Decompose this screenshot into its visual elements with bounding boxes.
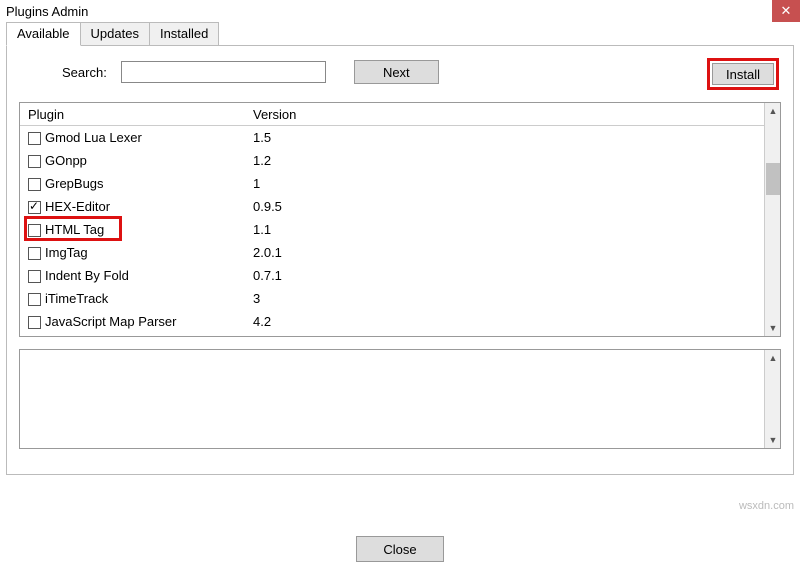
list-body: Gmod Lua Lexer 1.5 GOnpp 1.2 GrepBugs 1 HEX-Ed… xyxy=(20,126,780,336)
plugin-version: 2.0.1 xyxy=(245,245,780,260)
window-title: Plugins Admin xyxy=(6,4,88,19)
table-row[interactable]: iTimeTrack 3 xyxy=(20,287,780,310)
plugin-version: 1.2 xyxy=(245,153,780,168)
tab-strip: Available Updates Installed xyxy=(6,22,794,46)
plugin-version: 4.2 xyxy=(245,314,780,329)
plugin-version: 1.5 xyxy=(245,130,780,145)
plugin-name: HTML Tag xyxy=(45,222,104,237)
tab-installed[interactable]: Installed xyxy=(149,22,219,46)
search-row: Search: Next Install xyxy=(7,52,793,102)
plugin-name: JavaScript Map Parser xyxy=(45,314,177,329)
scroll-down-icon[interactable]: ▼ xyxy=(765,432,781,448)
close-button[interactable]: Close xyxy=(356,536,444,562)
description-box: ▲ ▼ xyxy=(19,349,781,449)
list-header: Plugin Version xyxy=(20,103,780,126)
title-bar: Plugins Admin xyxy=(0,0,800,22)
column-version[interactable]: Version xyxy=(245,107,780,122)
install-button[interactable]: Install xyxy=(712,63,774,85)
scroll-down-icon[interactable]: ▼ xyxy=(765,320,781,336)
checkbox[interactable] xyxy=(28,178,41,191)
tab-panel: Search: Next Install Plugin Version Gmod… xyxy=(6,45,794,475)
window-close-button[interactable]: ✕ xyxy=(772,0,800,22)
table-row[interactable]: HTML Tag 1.1 xyxy=(20,218,780,241)
desc-scrollbar[interactable]: ▲ ▼ xyxy=(764,350,780,448)
footer: Close xyxy=(0,536,800,562)
plugin-version: 0.7.1 xyxy=(245,268,780,283)
table-row[interactable]: Indent By Fold 0.7.1 xyxy=(20,264,780,287)
plugin-name: ImgTag xyxy=(45,245,88,260)
table-row[interactable]: GrepBugs 1 xyxy=(20,172,780,195)
table-row[interactable]: Gmod Lua Lexer 1.5 xyxy=(20,126,780,149)
plugin-name: Gmod Lua Lexer xyxy=(45,130,142,145)
plugin-list: Plugin Version Gmod Lua Lexer 1.5 GOnpp 1.2… xyxy=(19,102,781,337)
plugin-version: 1 xyxy=(245,176,780,191)
table-row[interactable]: HEX-Editor 0.9.5 xyxy=(20,195,780,218)
close-icon: ✕ xyxy=(781,3,792,19)
plugin-name: Indent By Fold xyxy=(45,268,129,283)
plugin-name: iTimeTrack xyxy=(45,291,108,306)
plugin-name: GrepBugs xyxy=(45,176,104,191)
search-label: Search: xyxy=(62,65,107,80)
scroll-thumb[interactable] xyxy=(766,163,780,195)
search-input[interactable] xyxy=(121,61,326,83)
plugin-version: 0.9.5 xyxy=(245,199,780,214)
table-row[interactable]: ImgTag 2.0.1 xyxy=(20,241,780,264)
scrollbar[interactable]: ▲ ▼ xyxy=(764,103,780,336)
checkbox[interactable] xyxy=(28,132,41,145)
tab-available[interactable]: Available xyxy=(6,22,81,46)
checkbox[interactable] xyxy=(28,316,41,329)
plugin-name: GOnpp xyxy=(45,153,87,168)
plugin-name: HEX-Editor xyxy=(45,199,110,214)
plugin-version: 1.1 xyxy=(245,222,780,237)
scroll-up-icon[interactable]: ▲ xyxy=(765,350,781,366)
scroll-up-icon[interactable]: ▲ xyxy=(765,103,781,119)
table-row[interactable]: JavaScript Map Parser 4.2 xyxy=(20,310,780,333)
checkbox[interactable] xyxy=(28,293,41,306)
tab-updates[interactable]: Updates xyxy=(80,22,150,46)
checkbox[interactable] xyxy=(28,224,41,237)
column-plugin[interactable]: Plugin xyxy=(20,107,245,122)
checkbox[interactable] xyxy=(28,155,41,168)
plugin-version: 3 xyxy=(245,291,780,306)
checkbox[interactable] xyxy=(28,270,41,283)
checkbox[interactable] xyxy=(28,201,41,214)
watermark: wsxdn.com xyxy=(739,500,794,512)
table-row[interactable]: GOnpp 1.2 xyxy=(20,149,780,172)
install-highlight: Install xyxy=(707,58,779,90)
next-button[interactable]: Next xyxy=(354,60,439,84)
checkbox[interactable] xyxy=(28,247,41,260)
